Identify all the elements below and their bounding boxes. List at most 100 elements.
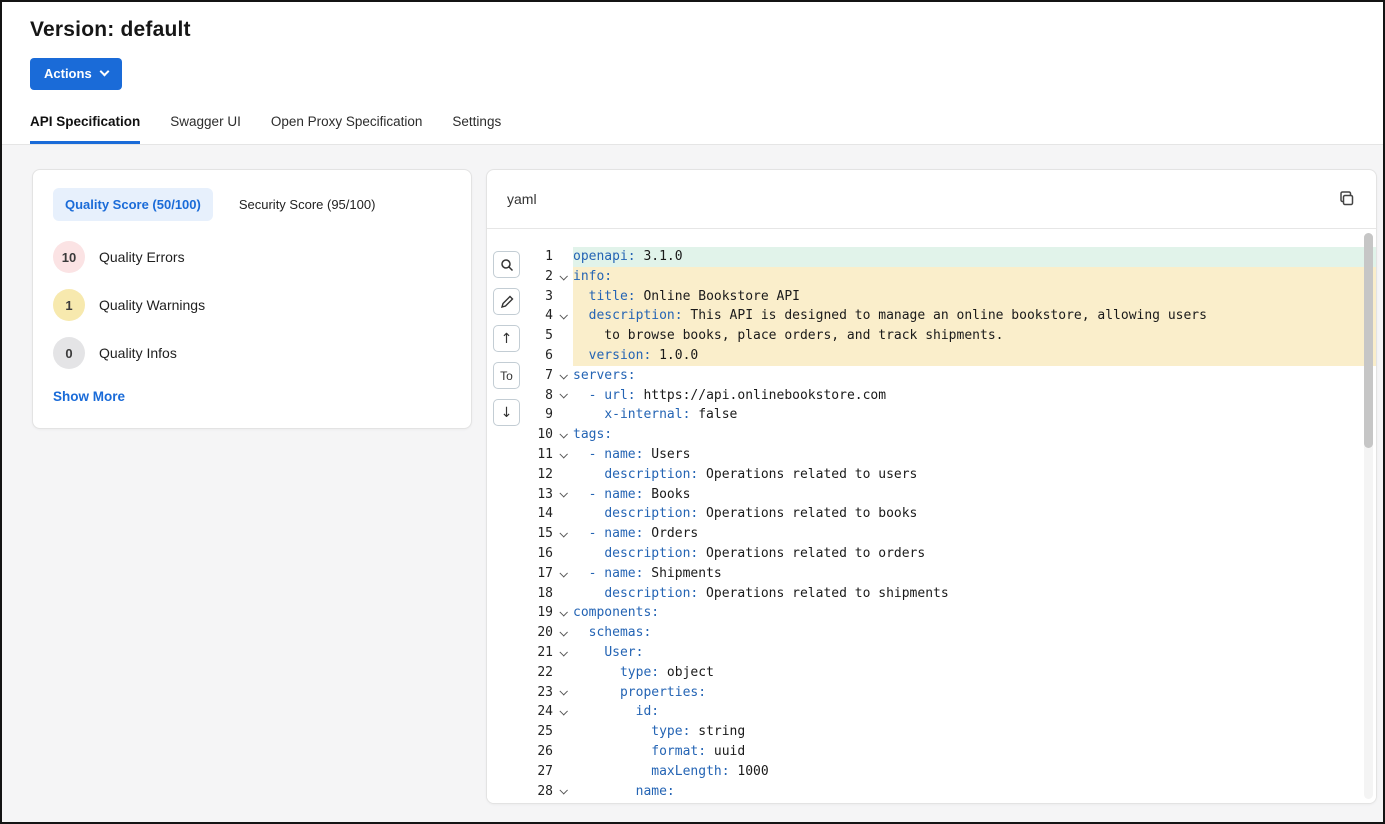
score-tab-security-score-95-100[interactable]: Security Score (95/100) [227, 188, 388, 221]
code-text[interactable]: description: Operations related to users [573, 465, 1376, 485]
line-number: 17 [487, 564, 553, 584]
code-line-24: 24 id: [487, 702, 1376, 722]
score-item-quality-errors: 10 Quality Errors [53, 241, 451, 273]
scroll-up-button[interactable]: ↑ [493, 325, 520, 352]
code-text[interactable]: tags: [573, 425, 1376, 445]
fold-chevron-icon[interactable] [553, 782, 573, 802]
code-text[interactable]: openapi: 3.1.0 [573, 247, 1376, 267]
fold-chevron-icon[interactable] [553, 623, 573, 643]
code-line-2: 2info: [487, 267, 1376, 287]
fold-chevron-icon[interactable] [553, 425, 573, 445]
code-text[interactable]: x-internal: false [573, 405, 1376, 425]
line-number: 11 [487, 445, 553, 465]
fold-gutter-spacer [553, 663, 573, 683]
fold-chevron-icon[interactable] [553, 485, 573, 505]
code-text[interactable]: id: [573, 702, 1376, 722]
code-line-12: 12 description: Operations related to us… [487, 465, 1376, 485]
app-window: Version: default Actions API Specificati… [0, 0, 1385, 824]
code-text[interactable]: components: [573, 603, 1376, 623]
code-text[interactable]: title: Online Bookstore API [573, 287, 1376, 307]
code-text[interactable]: description: This API is designed to man… [573, 306, 1376, 326]
code-text[interactable]: - name: Books [573, 485, 1376, 505]
code-line-13: 13 - name: Books [487, 485, 1376, 505]
code-text[interactable]: servers: [573, 366, 1376, 386]
code-text[interactable]: version: 1.0.0 [573, 346, 1376, 366]
code-text[interactable]: properties: [573, 683, 1376, 703]
line-number: 26 [487, 742, 553, 762]
copy-icon[interactable] [1338, 190, 1356, 208]
tab-api-specification[interactable]: API Specification [30, 114, 140, 144]
scrollbar-thumb[interactable] [1364, 233, 1373, 448]
code-line-17: 17 - name: Shipments [487, 564, 1376, 584]
tab-swagger-ui[interactable]: Swagger UI [170, 114, 241, 144]
fold-chevron-icon[interactable] [553, 603, 573, 623]
code-line-3: 3 title: Online Bookstore API [487, 287, 1376, 307]
fold-gutter-spacer [553, 504, 573, 524]
goto-button[interactable]: To [493, 362, 520, 389]
code-line-25: 25 type: string [487, 722, 1376, 742]
fold-gutter-spacer [553, 584, 573, 604]
search-button[interactable] [493, 251, 520, 278]
fold-chevron-icon[interactable] [553, 683, 573, 703]
code-line-7: 7servers: [487, 366, 1376, 386]
line-number: 18 [487, 584, 553, 604]
pencil-icon [500, 295, 514, 309]
code-text[interactable]: description: Operations related to shipm… [573, 584, 1376, 604]
score-item-label: Quality Infos [99, 345, 177, 361]
code-text[interactable]: name: [573, 782, 1376, 802]
arrow-up-icon: ↑ [501, 332, 513, 346]
actions-button[interactable]: Actions [30, 58, 122, 90]
code-text[interactable]: - name: Shipments [573, 564, 1376, 584]
line-number: 19 [487, 603, 553, 623]
code-line-10: 10 tags: [487, 425, 1376, 445]
line-number: 28 [487, 782, 553, 802]
fold-chevron-icon[interactable] [553, 306, 573, 326]
code-text[interactable]: - name: Users [573, 445, 1376, 465]
code-text[interactable]: format: uuid [573, 742, 1376, 762]
line-number: 15 [487, 524, 553, 544]
code-text[interactable]: - url: https://api.onlinebookstore.com [573, 386, 1376, 406]
fold-chevron-icon[interactable] [553, 643, 573, 663]
fold-chevron-icon[interactable] [553, 702, 573, 722]
fold-gutter-spacer [553, 287, 573, 307]
score-item-label: Quality Errors [99, 249, 185, 265]
fold-gutter-spacer [553, 742, 573, 762]
content-area: Quality Score (50/100) Security Score (95… [2, 144, 1383, 822]
page-title: Version: default [30, 18, 1355, 42]
show-more-link[interactable]: Show More [53, 389, 125, 404]
code-line-26: 26 format: uuid [487, 742, 1376, 762]
count-badge: 10 [53, 241, 85, 273]
edit-button[interactable] [493, 288, 520, 315]
tab-open-proxy-specification[interactable]: Open Proxy Specification [271, 114, 423, 144]
code-line-19: 19 components: [487, 603, 1376, 623]
code-line-22: 22 type: object [487, 663, 1376, 683]
fold-chevron-icon[interactable] [553, 267, 573, 287]
code-text[interactable]: type: object [573, 663, 1376, 683]
score-tab-quality-score-50-100[interactable]: Quality Score (50/100) [53, 188, 213, 221]
fold-chevron-icon[interactable] [553, 366, 573, 386]
code-text[interactable]: maxLength: 1000 [573, 762, 1376, 782]
editor-scrollbar[interactable] [1364, 233, 1373, 799]
line-number: 23 [487, 683, 553, 703]
code-text[interactable]: info: [573, 267, 1376, 287]
fold-chevron-icon[interactable] [553, 445, 573, 465]
fold-gutter-spacer [553, 465, 573, 485]
code-text[interactable]: type: string [573, 722, 1376, 742]
code-text[interactable]: schemas: [573, 623, 1376, 643]
line-number: 12 [487, 465, 553, 485]
fold-gutter-spacer [553, 544, 573, 564]
fold-chevron-icon[interactable] [553, 564, 573, 584]
fold-chevron-icon[interactable] [553, 524, 573, 544]
fold-chevron-icon[interactable] [553, 386, 573, 406]
code-text[interactable]: to browse books, place orders, and track… [573, 326, 1376, 346]
code-text[interactable]: description: Operations related to books [573, 504, 1376, 524]
page-header: Version: default Actions API Specificati… [2, 2, 1383, 144]
line-number: 10 [487, 425, 553, 445]
code-text[interactable]: description: Operations related to order… [573, 544, 1376, 564]
line-number: 27 [487, 762, 553, 782]
code-text[interactable]: - name: Orders [573, 524, 1376, 544]
line-number: 20 [487, 623, 553, 643]
code-text[interactable]: User: [573, 643, 1376, 663]
scroll-down-button[interactable]: ↓ [493, 399, 520, 426]
tab-settings[interactable]: Settings [452, 114, 501, 144]
